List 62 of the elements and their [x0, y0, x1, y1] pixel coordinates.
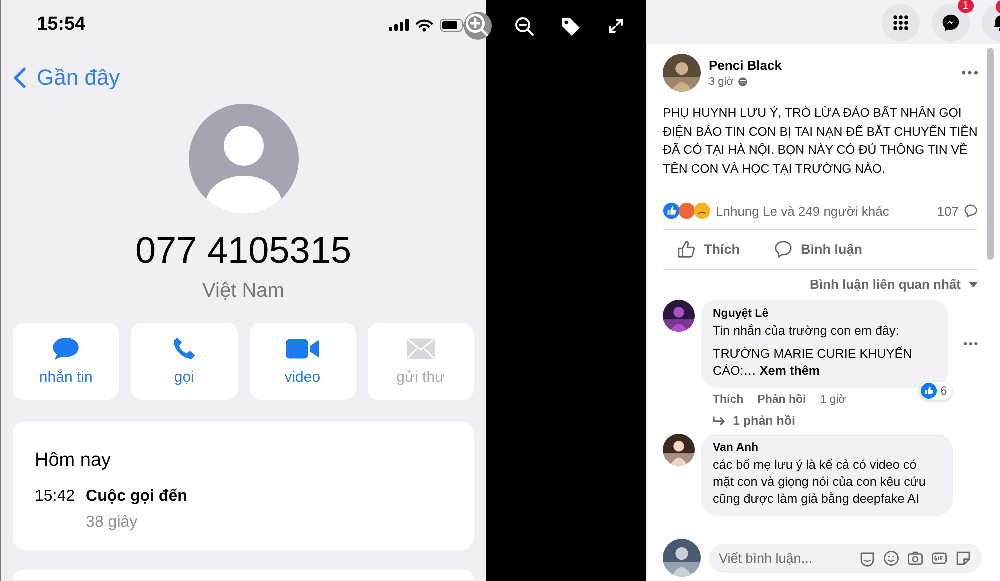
comment-text: Tin nhắn của trường con em đây:	[713, 323, 900, 340]
like-link[interactable]: Thích	[713, 394, 744, 406]
comment-time: 1 giờ	[820, 394, 846, 406]
see-more-link[interactable]: Xem thêm	[760, 364, 820, 378]
globe-icon	[738, 77, 748, 87]
comment-input[interactable]: Viết bình luận...	[719, 550, 852, 566]
thumbs-up-icon	[920, 383, 937, 399]
comment-text: các bố mẹ lưu ý là kể cả có video có mặt con và giọng nói của con kêu cứu cũng được làm giả bằng deepfake AI	[713, 457, 927, 508]
post-action-button[interactable]: Thích	[673, 240, 744, 259]
smiley-icon[interactable]	[883, 550, 900, 566]
reply-link[interactable]: Phản hồi	[758, 394, 806, 406]
phone-number: 077 4105315	[135, 230, 352, 272]
tag-icon[interactable]	[560, 16, 582, 38]
comment-count[interactable]: 107	[937, 204, 959, 218]
scrollbar[interactable]	[987, 48, 994, 260]
post-time[interactable]: 3 giờ	[709, 76, 734, 88]
zoom-out-icon[interactable]	[514, 16, 536, 38]
action-button[interactable]: nhắn tin	[13, 323, 120, 400]
chevron-left-icon	[13, 67, 27, 89]
gif-icon[interactable]	[931, 550, 948, 566]
caret-down-icon	[969, 282, 978, 288]
comment-field[interactable]: Viết bình luận...	[709, 544, 982, 572]
wifi-icon	[416, 18, 433, 32]
commenter-name[interactable]: Van Anh	[713, 442, 941, 454]
contact-avatar-icon	[188, 104, 298, 214]
sticker-icon[interactable]	[955, 550, 972, 566]
battery-icon	[440, 18, 466, 32]
menu-grid-icon	[891, 13, 911, 33]
reactions-summary[interactable]: Lnhung Le và 249 người khác	[716, 204, 932, 218]
post-action-button[interactable]: Bình luận	[770, 240, 866, 259]
call-duration: 38 giây	[86, 514, 139, 532]
call-time: 15:42	[35, 488, 76, 507]
call-type: Cuộc gọi đến	[86, 488, 188, 506]
comment-reaction-count[interactable]: 6	[920, 382, 952, 400]
message-bubble-icon	[52, 337, 80, 361]
notification-count: 1	[958, 0, 974, 13]
comment-icon	[964, 204, 978, 218]
comment-sort-dropdown[interactable]: Bình luận liên quan nhất	[810, 277, 978, 292]
top-bar-button[interactable]	[882, 4, 920, 42]
signal-icon	[389, 19, 409, 31]
reply-arrow-icon	[713, 416, 726, 426]
comment-text: TRƯỜNG MARIE CURIE KHUYẾN CÁO:… Xem thêm	[713, 346, 914, 380]
action-button[interactable]: gọi	[131, 323, 238, 400]
view-replies-link[interactable]: 1 phản hồi	[713, 414, 796, 428]
history-heading: Hôm nay	[35, 450, 112, 472]
commenter-name[interactable]: Nguyệt Lê	[713, 308, 936, 320]
envelope-icon	[406, 337, 435, 361]
reaction-icons	[663, 202, 711, 220]
sticker-face-icon[interactable]	[859, 550, 876, 566]
more-icon[interactable]	[962, 71, 978, 75]
video-camera-icon	[286, 337, 320, 361]
status-time: 15:54	[37, 14, 86, 36]
back-link[interactable]: Gần đây	[13, 65, 120, 91]
comment-icon	[774, 240, 793, 259]
post-text: PHỤ HUYNH LƯU Ý, TRÒ LỪA ĐẢO BẤT NHÂN GỌI ĐIỆN BÁO TIN CON BỊ TAI NẠN ĐỂ BẮT CHUYỂN TIỀN ĐÃ CÓ TẠI HÀ NỘI. BỌN NÀY CÓ ĐỦ THÔNG TIN VỀ TÊN CON VÀ HỌC TẠI TRƯỜNG NÀO.	[663, 104, 978, 178]
country-label: Việt Nam	[202, 280, 284, 303]
action-button[interactable]: video	[250, 323, 356, 400]
author-name[interactable]: Penci Black	[709, 58, 782, 73]
messenger-icon	[941, 13, 961, 33]
camera-icon[interactable]	[907, 550, 924, 566]
more-icon[interactable]	[964, 342, 978, 346]
thumbs-up-icon	[677, 240, 696, 259]
